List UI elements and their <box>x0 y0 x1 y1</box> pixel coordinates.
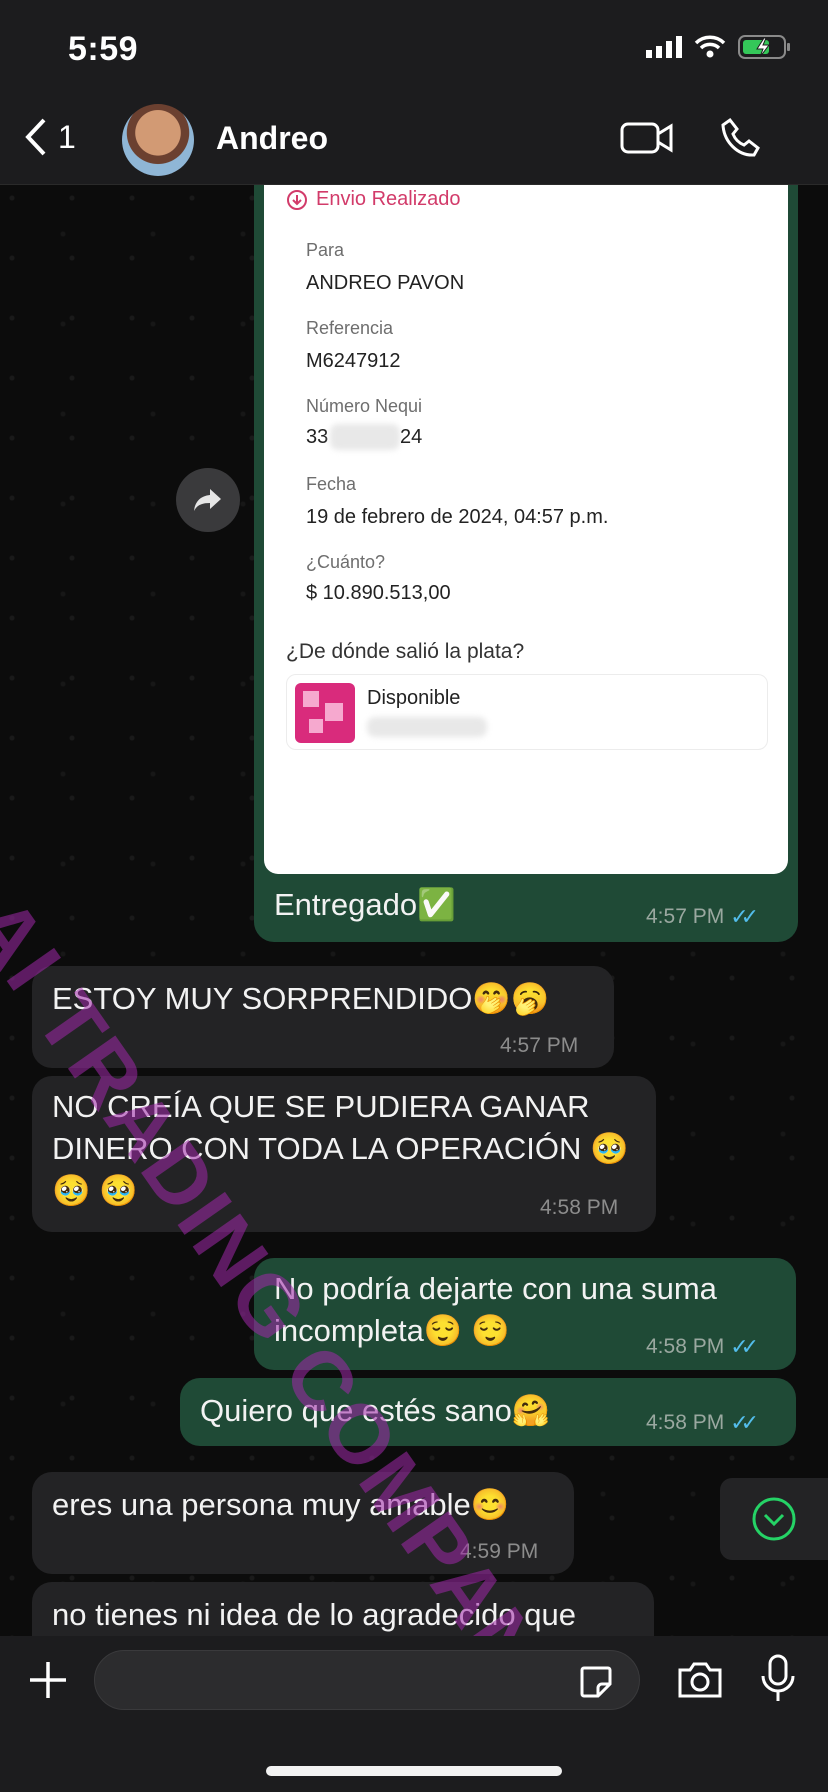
message-text: ESTOY MUY SORPRENDIDO🤭🥱 <box>52 981 550 1016</box>
origen-value: Disponible <box>367 687 461 709</box>
fecha-label: Fecha <box>306 474 357 494</box>
chevron-left-icon <box>25 118 46 156</box>
battery-charging-icon <box>738 35 790 59</box>
message-time: 4:58 PM <box>646 1335 725 1358</box>
message-time: 4:57 PM <box>646 905 725 928</box>
message-text: NO CREÍA QUE SE PUDIERA GANAR DINERO CON… <box>52 1089 629 1208</box>
nequi-label: Número Nequi <box>306 396 423 416</box>
microphone-button[interactable] <box>760 1654 796 1709</box>
incoming-message-bubble[interactable]: ESTOY MUY SORPRENDIDO🤭🥱 4:57 PM <box>32 966 614 1068</box>
attach-button[interactable] <box>26 1658 70 1707</box>
unread-count: 1 <box>58 118 76 155</box>
read-receipt-icon: ✓✓ <box>730 1410 759 1435</box>
wifi-icon <box>694 35 726 58</box>
message-time: 4:59 PM <box>460 1540 539 1563</box>
clock: 5:59 <box>68 30 139 68</box>
receipt-header: Envio Realizado <box>286 188 461 211</box>
para-label: Para <box>306 240 345 260</box>
receipt-image[interactable]: Envio Realizado Para ANDREO PAVON Refere… <box>264 184 788 874</box>
home-indicator <box>266 1766 562 1776</box>
microphone-icon <box>761 1654 795 1701</box>
arrow-down-circle-icon <box>287 189 307 210</box>
incoming-message-bubble[interactable]: NO CREÍA QUE SE PUDIERA GANAR DINERO CON… <box>32 1076 656 1232</box>
message-time: 4:58 PM <box>646 1411 725 1434</box>
read-receipt-icon: ✓✓ <box>730 904 759 929</box>
forward-arrow-icon <box>194 489 221 511</box>
status-bar: 5:59 <box>0 0 828 100</box>
cuanto-label: ¿Cuánto? <box>306 552 386 572</box>
contact-avatar[interactable] <box>122 104 194 176</box>
contact-name[interactable]: Andreo <box>216 120 328 157</box>
video-call-button[interactable] <box>620 118 674 163</box>
scroll-to-bottom-button[interactable] <box>720 1478 828 1560</box>
nequi-redaction <box>330 424 400 450</box>
voice-call-button[interactable] <box>720 116 764 165</box>
video-camera-icon <box>620 122 673 154</box>
sticker-button[interactable] <box>578 1664 614 1705</box>
phone-icon <box>721 117 760 157</box>
origen-question: ¿De dónde salió la plata? <box>286 640 525 663</box>
read-receipt-icon: ✓✓ <box>730 1334 759 1359</box>
referencia-value: M6247912 <box>306 350 401 372</box>
message-time: 4:57 PM <box>500 1034 579 1057</box>
para-value: ANDREO PAVON <box>306 272 465 294</box>
nequi-prefix: 33 <box>306 426 329 448</box>
message-meta: 4:57 PM ✓✓ <box>646 904 759 930</box>
sticker-icon <box>580 1666 612 1698</box>
cuanto-value: $ 10.890.513,00 <box>306 582 451 604</box>
origen-card: Disponible <box>286 674 768 750</box>
nequi-logo-icon <box>295 683 355 743</box>
camera-icon <box>678 1662 722 1698</box>
referencia-label: Referencia <box>306 318 394 338</box>
balance-redaction <box>367 717 487 737</box>
forward-button[interactable] <box>176 468 240 532</box>
fecha-value: 19 de febrero de 2024, 04:57 p.m. <box>306 506 609 528</box>
receipt-title: Envio Realizado <box>316 188 461 210</box>
chat-header: 1 Andreo <box>0 100 828 185</box>
message-time: 4:58 PM <box>540 1196 619 1219</box>
incoming-message-bubble[interactable]: eres una persona muy amable😊 4:59 PM <box>32 1472 574 1574</box>
message-text: Entregado✅ <box>274 887 456 922</box>
outgoing-message-bubble[interactable]: No podría dejarte con una suma incomplet… <box>254 1258 796 1370</box>
back-button[interactable]: 1 <box>24 118 76 156</box>
cellular-signal-icon <box>646 36 682 58</box>
message-text: no tienes ni idea de lo agradecido que <box>52 1597 576 1632</box>
camera-button[interactable] <box>676 1660 724 1705</box>
message-text: eres una persona muy amable😊 <box>52 1487 510 1522</box>
nequi-suffix: 24 <box>400 426 423 448</box>
message-text: Quiero que estés sano🤗 <box>200 1393 551 1428</box>
message-meta: 4:58 PM ✓✓ <box>646 1334 759 1360</box>
plus-icon <box>30 1662 66 1698</box>
message-meta: 4:58 PM ✓✓ <box>646 1410 759 1436</box>
chevron-down-circle-icon <box>752 1497 796 1541</box>
message-input[interactable] <box>94 1650 640 1710</box>
outgoing-message-bubble[interactable]: Quiero que estés sano🤗 4:58 PM ✓✓ <box>180 1378 796 1446</box>
